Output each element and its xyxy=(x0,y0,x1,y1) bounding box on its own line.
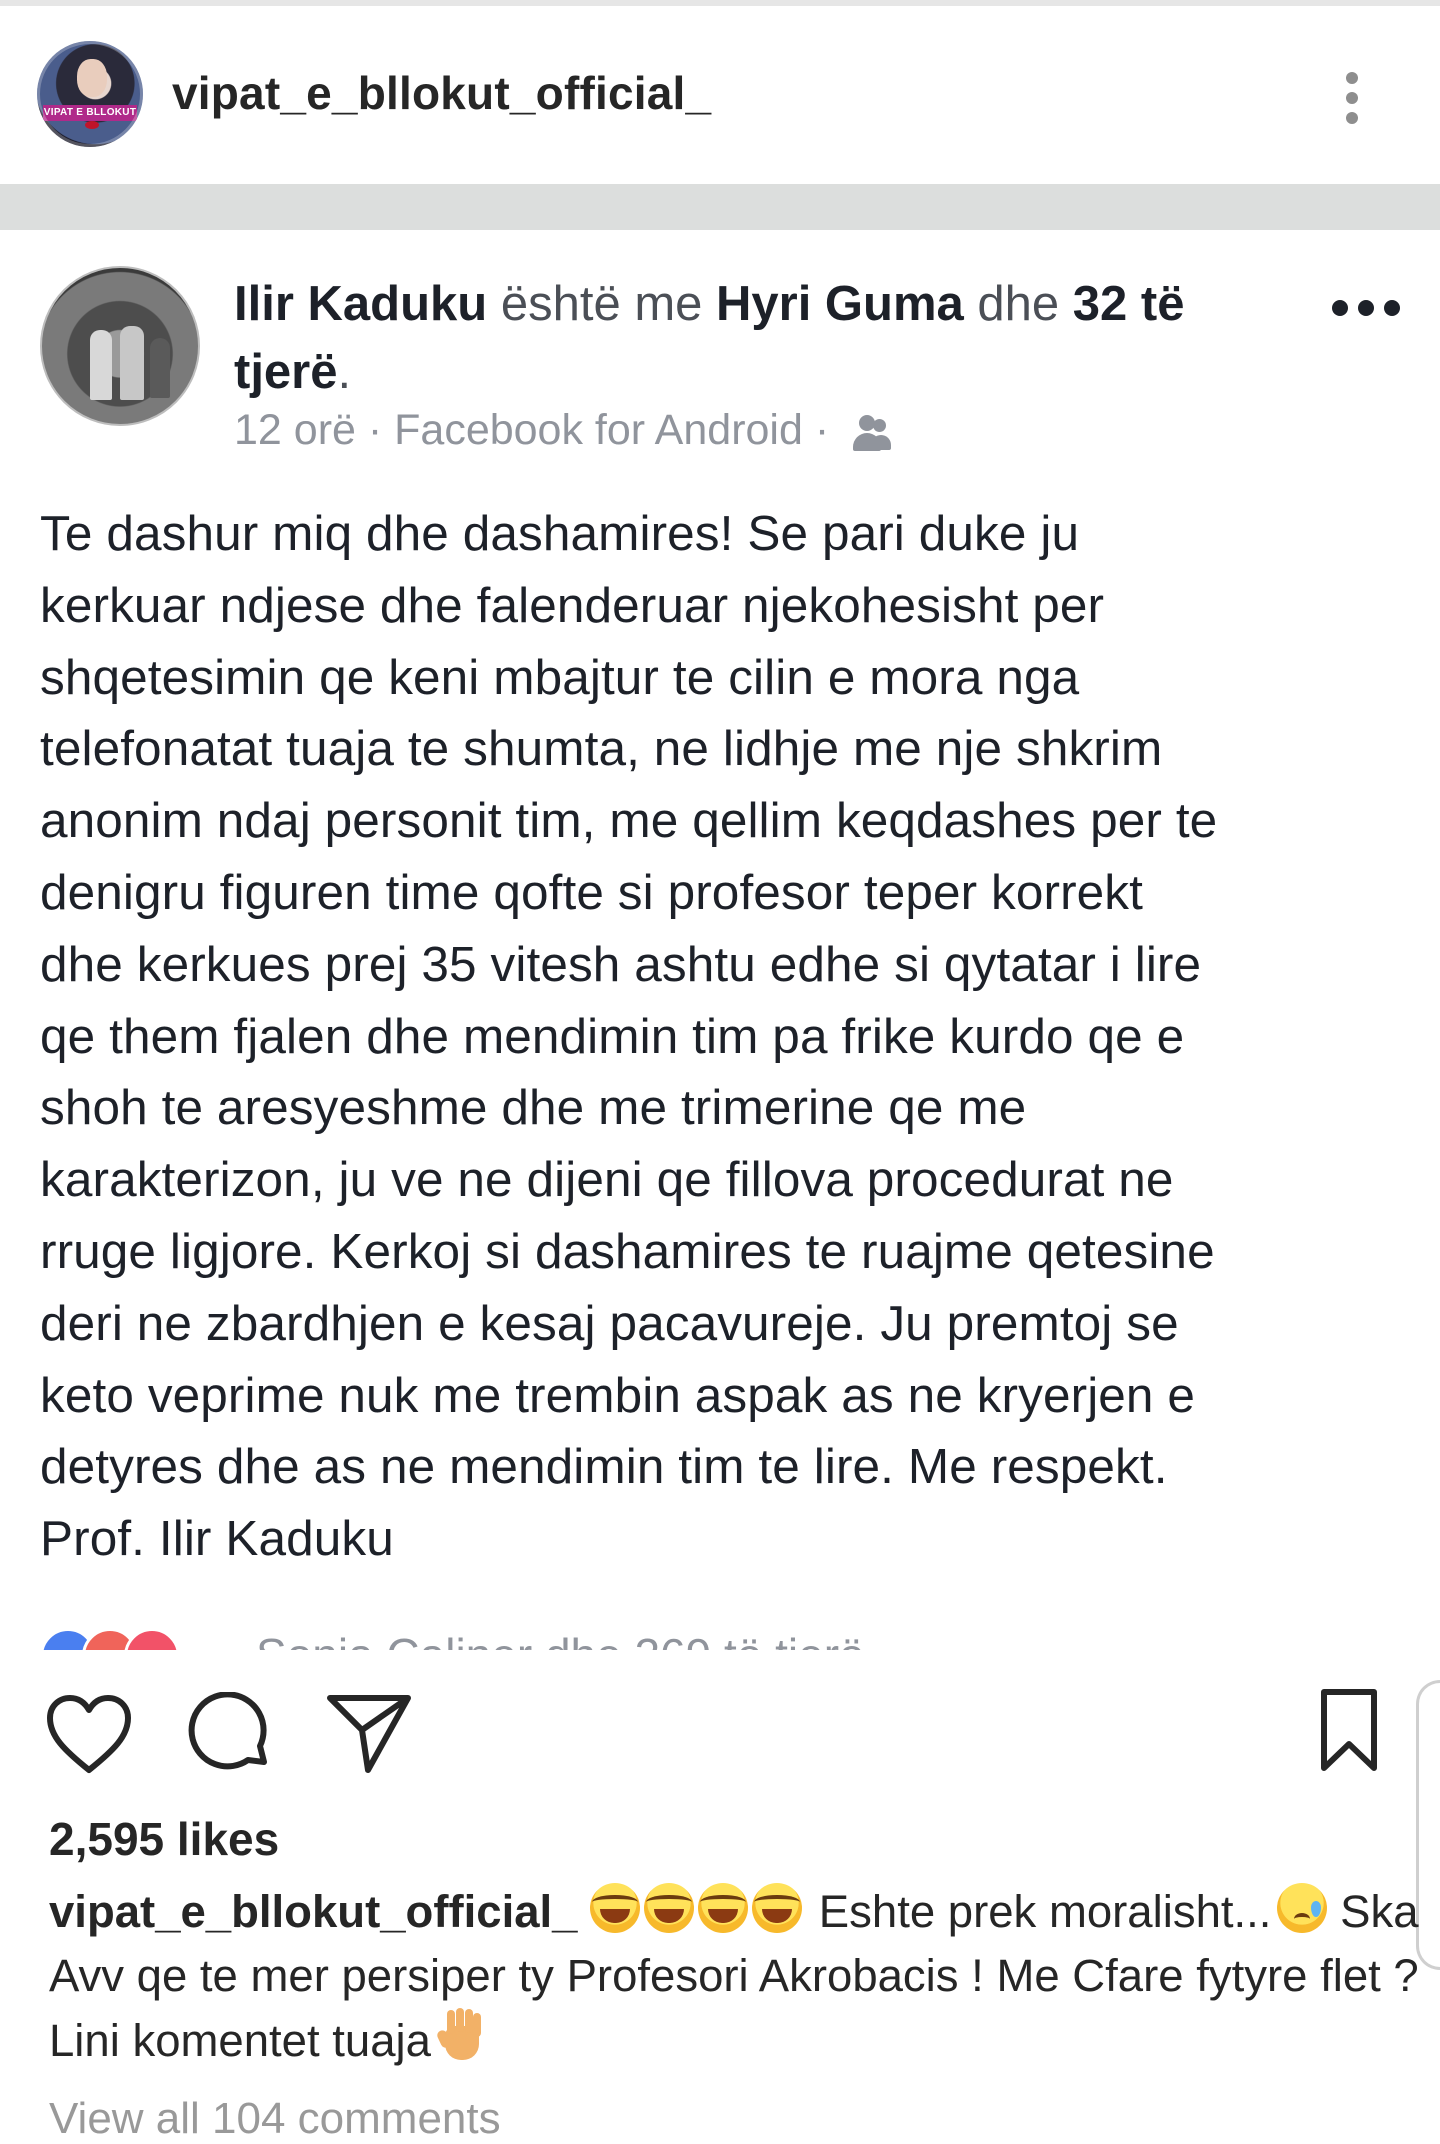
more-horizontal-icon xyxy=(1330,292,1410,322)
friends-icon xyxy=(839,413,892,453)
scroll-edge xyxy=(1416,1680,1440,1970)
tears-of-joy-emoji-icon xyxy=(698,1883,749,1933)
kebab-menu-icon[interactable] xyxy=(1340,68,1364,128)
fb-reactions: Sonia Caliner dhe 269 të tjerë xyxy=(40,1622,1240,1650)
fb-period: . xyxy=(337,345,352,399)
fb-author-line: Ilir Kaduku është me Hyri Guma dhe 32 të… xyxy=(234,270,1294,406)
comment-icon[interactable] xyxy=(186,1692,276,1776)
raised-hand-emoji-icon xyxy=(435,2008,485,2062)
tears-of-joy-emoji-icon xyxy=(590,1883,641,1933)
likes-count[interactable]: 2,595 likes xyxy=(49,1812,279,1866)
tears-of-joy-emoji-icon xyxy=(752,1883,803,1933)
heart-icon[interactable] xyxy=(44,1692,134,1776)
avatar-ring xyxy=(37,41,143,147)
caption-text-1: Eshte prek moralisht... xyxy=(818,1886,1272,1937)
caption: vipat_e_bllokut_official_ Eshte prek mor… xyxy=(49,1880,1419,2073)
fb-tagged-name: Hyri Guma xyxy=(716,277,964,331)
action-bar xyxy=(0,1650,1440,1800)
post-header: VIPAT E BLLOKUT vipat_e_bllokut_official… xyxy=(0,6,1440,184)
bookmark-icon[interactable] xyxy=(1318,1688,1380,1774)
image-top-band xyxy=(0,184,1440,230)
fb-author-avatar xyxy=(40,266,200,426)
tears-of-joy-emoji-icon xyxy=(644,1883,695,1933)
post-image[interactable]: Ilir Kaduku është me Hyri Guma dhe 32 të… xyxy=(0,230,1440,1650)
fb-meta-text: 12 orë · Facebook for Android · xyxy=(234,406,830,454)
send-icon[interactable] xyxy=(324,1690,414,1776)
fb-meta: 12 orë · Facebook for Android · xyxy=(234,406,892,455)
fb-connector: është me xyxy=(487,277,716,331)
fb-author-name: Ilir Kaduku xyxy=(234,277,488,331)
post-username[interactable]: vipat_e_bllokut_official_ xyxy=(172,66,711,120)
fb-connector-2: dhe xyxy=(963,277,1073,331)
caption-username[interactable]: vipat_e_bllokut_official_ xyxy=(49,1886,577,1937)
crying-face-emoji-icon xyxy=(1277,1883,1328,1933)
love-reaction-icon xyxy=(124,1628,180,1650)
reactions-text: Sonia Caliner dhe 269 të tjerë xyxy=(256,1628,865,1650)
fb-post-body: Te dashur miq dhe dashamires! Se pari du… xyxy=(40,506,1218,1567)
profile-avatar[interactable]: VIPAT E BLLOKUT xyxy=(37,41,143,147)
view-all-comments-link[interactable]: View all 104 comments xyxy=(49,2094,501,2144)
